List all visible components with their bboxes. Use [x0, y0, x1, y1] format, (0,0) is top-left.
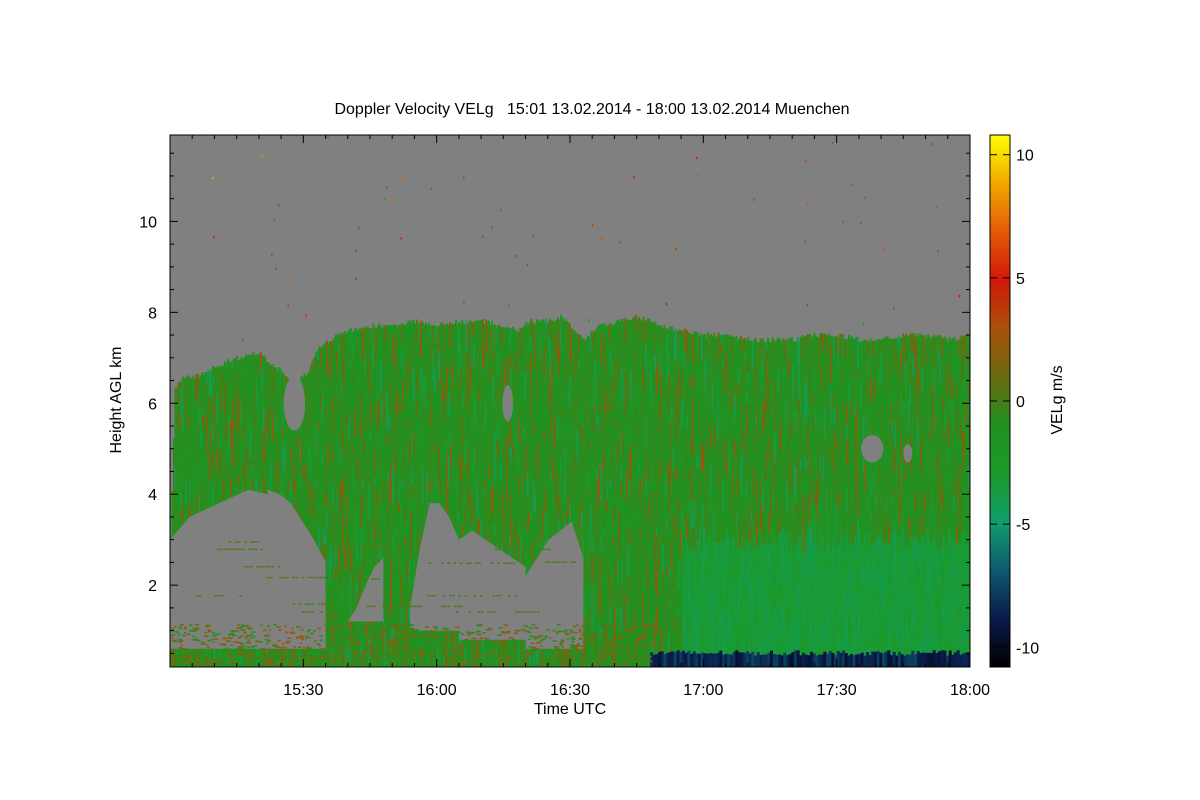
x-tick-label: 16:30	[550, 682, 590, 699]
y-tick-label: 10	[139, 214, 157, 231]
x-axis-label: Time UTC	[534, 701, 606, 718]
y-tick-label: 8	[148, 305, 157, 322]
colorbar-tick-label: -5	[1016, 517, 1030, 534]
y-axis-label: Height AGL km	[108, 346, 125, 453]
no-echo-hole	[502, 385, 514, 422]
colorbar-tick-label: 10	[1016, 148, 1034, 165]
colorbar-tick-label: 5	[1016, 271, 1025, 288]
plot-area	[170, 135, 970, 667]
doppler-velocity-chart: Doppler Velocity VELg 15:01 13.02.2014 -…	[108, 101, 1066, 718]
colorbar-tick-label: -10	[1016, 640, 1039, 657]
y-tick-label: 4	[148, 487, 157, 504]
x-tick-label: 18:00	[950, 682, 990, 699]
no-echo-hole	[861, 435, 884, 463]
chart-title: Doppler Velocity VELg 15:01 13.02.2014 -…	[334, 101, 849, 118]
y-tick-label: 2	[148, 578, 157, 595]
colorbar-label: VELg m/s	[1049, 365, 1066, 434]
x-tick-label: 17:30	[817, 682, 857, 699]
x-tick-label: 16:00	[417, 682, 457, 699]
colorbar: -10 -5 0 5 10 VELg m/s	[989, 134, 1066, 668]
colorbar-tick-label: 0	[1016, 394, 1025, 411]
y-tick-label: 6	[148, 396, 157, 413]
no-echo-hole	[283, 375, 306, 431]
x-tick-label: 17:00	[683, 682, 723, 699]
x-tick-label: 15:30	[283, 682, 323, 699]
no-echo-hole	[903, 444, 913, 463]
